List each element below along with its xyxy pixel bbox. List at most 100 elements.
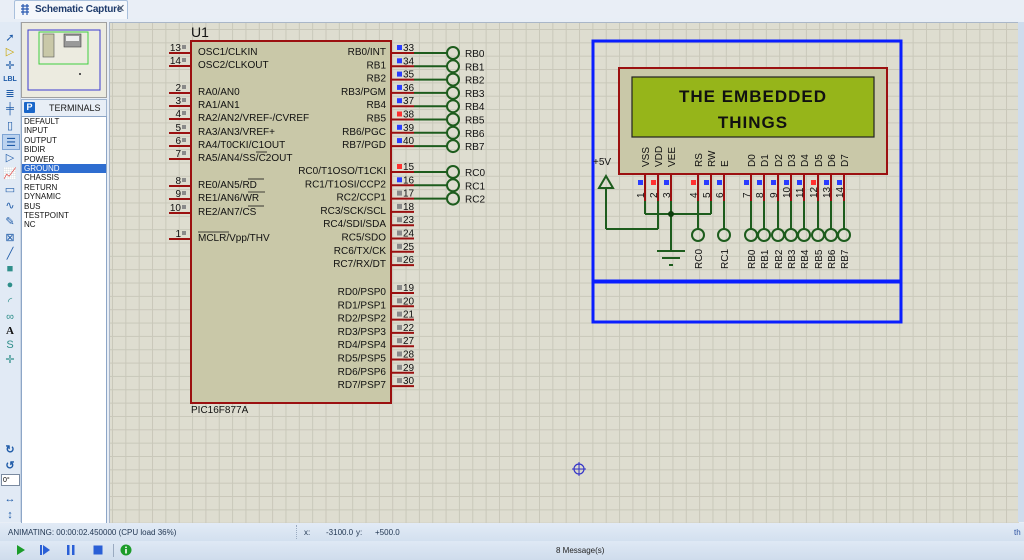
mcu-pin-label: RD1/PSP1 — [338, 300, 387, 311]
status-divider — [296, 525, 298, 539]
close-icon[interactable]: ✕ — [116, 2, 125, 15]
mirror-vertical-icon[interactable]: ↕ — [2, 508, 18, 522]
symbol-icon[interactable]: S — [2, 338, 18, 352]
messages-info-icon[interactable] — [120, 544, 132, 556]
terminal-item-testpoint[interactable]: TESTPOINT — [22, 211, 106, 220]
terminal-rc2[interactable] — [446, 191, 460, 206]
terminal-rc1[interactable] — [717, 228, 731, 242]
arc-icon[interactable]: ◜ — [2, 294, 18, 308]
terminal-rb1[interactable] — [446, 59, 460, 74]
text-script-icon[interactable]: ≣ — [2, 86, 18, 100]
mcu-pin-number: 1 — [175, 229, 181, 240]
mcu-pin-number: 7 — [175, 149, 181, 160]
terminal-item-input[interactable]: INPUT — [22, 126, 106, 135]
mcu-pin-label: RD5/PSP5 — [338, 354, 387, 365]
terminal-rb7[interactable] — [446, 139, 460, 154]
stop-button[interactable]: Stop — [92, 544, 104, 556]
virtual-instruments-icon[interactable]: ⊠ — [2, 230, 18, 244]
mcu-ref: U1 — [191, 24, 209, 40]
lcd-line-1: THE EMBEDDED — [679, 87, 827, 106]
terminal-rb4[interactable] — [446, 99, 460, 114]
terminal-rb7[interactable] — [837, 228, 851, 242]
terminal-item-bus[interactable]: BUS — [22, 202, 106, 211]
rotation-angle-input[interactable] — [1, 474, 20, 486]
text-icon[interactable]: A — [2, 324, 18, 338]
selection-mode-icon[interactable]: ➚ — [2, 30, 18, 44]
terminal-item-chassis[interactable]: CHASSIS — [22, 173, 106, 182]
terminals-list[interactable]: DEFAULT INPUT OUTPUT BIDIR POWER GROUND CHASSI… — [21, 116, 107, 524]
mcu-pin-label: OSC2/CLKOUT — [198, 60, 269, 71]
mcu-pin-number: 22 — [403, 323, 415, 334]
terminal-rb4[interactable] — [797, 228, 811, 242]
graph-mode-icon[interactable]: 📈 — [2, 166, 18, 180]
line-icon[interactable]: ╱ — [2, 246, 18, 260]
tape-recorder-icon[interactable]: ▭ — [2, 182, 18, 196]
mcu-pin-label: RD3/PSP3 — [338, 327, 387, 338]
terminal-item-nc[interactable]: NC — [22, 220, 106, 229]
rotate-clockwise-icon[interactable]: ↻ — [2, 442, 18, 456]
terminals-mode-badge[interactable]: P — [24, 102, 35, 113]
terminal-rb0[interactable] — [446, 46, 460, 60]
wire-label-icon[interactable]: LBL — [2, 72, 18, 86]
buses-icon[interactable]: ╪ — [2, 102, 18, 116]
terminal-rb3[interactable] — [446, 85, 460, 100]
terminals-title: TERMINALS — [49, 103, 101, 113]
component-mode-icon[interactable]: ▷ — [2, 44, 18, 58]
circle-icon[interactable]: ● — [2, 278, 18, 292]
box-icon[interactable]: ■ — [2, 262, 18, 276]
terminal-rc0[interactable] — [446, 165, 460, 179]
terminal-rb3[interactable] — [784, 228, 798, 242]
generator-icon[interactable]: ∿ — [2, 198, 18, 212]
mcu-pin-label: RC0/T1OSO/T1CKI — [298, 166, 386, 177]
terminal-label: RC0 — [465, 168, 485, 179]
schematic-canvas[interactable]: U1 PIC16F877A 13 OSC1/CLKIN 14 OSC2/CLKOUT 2 RA… — [109, 22, 1019, 523]
terminal-item-bidir[interactable]: BIDIR — [22, 145, 106, 154]
rotate-counterclockwise-icon[interactable]: ↺ — [2, 458, 18, 472]
mcu-pin-label: OSC1/CLKIN — [198, 47, 257, 58]
terminal-rb0[interactable] — [744, 228, 758, 242]
mcu-pin-label: RE1/AN6/WR — [198, 193, 259, 204]
terminal-rb2[interactable] — [771, 228, 785, 242]
voltage-probe-icon[interactable]: ✎ — [2, 214, 18, 228]
terminal-rb5[interactable] — [811, 228, 825, 242]
tab-schematic-capture[interactable]: Schematic Capture ✕ — [14, 0, 128, 19]
terminal-rc1[interactable] — [446, 178, 460, 193]
power-terminal-icon[interactable] — [597, 174, 615, 189]
terminal-item-dynamic[interactable]: DYNAMIC — [22, 192, 106, 201]
terminal-label: RB2 — [465, 76, 485, 87]
terminal-item-return[interactable]: RETURN — [22, 183, 106, 192]
overview-window[interactable] — [21, 22, 107, 98]
pin-state-indicator — [182, 138, 186, 142]
messages-count[interactable]: 8 Message(s) — [556, 546, 604, 555]
terminal-rb6[interactable] — [824, 228, 838, 242]
terminal-item-power[interactable]: POWER — [22, 155, 106, 164]
pin-state-indicator — [397, 243, 402, 249]
lcd-pin-label: VEE — [667, 147, 678, 167]
mirror-horizontal-icon[interactable]: ↔ — [2, 492, 18, 506]
terminal-label: RB4 — [465, 102, 485, 113]
terminal-item-ground[interactable]: GROUND — [22, 163, 106, 174]
terminal-label: RB0 — [465, 49, 485, 60]
terminal-item-output[interactable]: OUTPUT — [22, 136, 106, 145]
step-button[interactable]: Step — [39, 544, 51, 556]
terminal-label: RB6 — [465, 129, 485, 140]
terminal-rb2[interactable] — [446, 72, 460, 87]
pin-state-indicator — [397, 164, 402, 169]
subcircuit-icon[interactable]: ▯ — [2, 118, 18, 132]
mcu-pin-label: RD4/PSP4 — [338, 340, 387, 351]
marker-icon[interactable]: ✛ — [2, 352, 18, 366]
terminal-item-default[interactable]: DEFAULT — [22, 117, 106, 126]
play-button[interactable]: Play — [15, 544, 27, 556]
terminal-rb5[interactable] — [446, 112, 460, 127]
terminals-mode-icon[interactable]: ☰ — [2, 134, 20, 150]
terminal-rc0[interactable] — [691, 228, 705, 242]
mcu-pin-number: 23 — [403, 215, 415, 226]
vertical-scrollbar[interactable] — [1018, 22, 1024, 522]
junction-dot-icon[interactable]: ✛ — [2, 58, 18, 72]
pause-button[interactable]: Pause — [65, 544, 77, 556]
terminal-rb6[interactable] — [446, 125, 460, 140]
terminal-rb1[interactable] — [757, 228, 771, 242]
device-pins-icon[interactable]: ▷ — [2, 150, 18, 164]
path-icon[interactable]: ∞ — [2, 310, 18, 324]
y-coord-label: y: — [356, 528, 363, 537]
